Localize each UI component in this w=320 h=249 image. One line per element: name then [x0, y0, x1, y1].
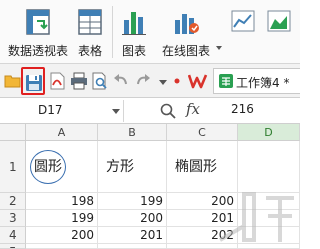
table-label: 表格 [77, 44, 102, 58]
online-chart-button[interactable]: 在线图表 [154, 0, 222, 64]
chevron-down-icon [159, 80, 167, 85]
print-preview-button[interactable] [89, 69, 111, 93]
row-header-5[interactable]: 5 [0, 244, 26, 249]
row-header-3[interactable]: 3 [0, 210, 26, 227]
cell-c2[interactable]: 200 [167, 193, 238, 210]
cell-reference: D17 [38, 103, 63, 117]
column-header-c[interactable]: C [167, 124, 238, 141]
undo-button[interactable] [110, 69, 132, 93]
wps-home-button[interactable] [186, 69, 208, 93]
red-dot-icon [174, 78, 180, 84]
document-tab-label: 工作簿4 * [236, 76, 290, 90]
cell-a4[interactable]: 200 [26, 227, 98, 244]
save-button[interactable] [21, 67, 45, 95]
row-header-1[interactable]: 1 [0, 141, 26, 193]
online-chart-label: 在线图表 [161, 44, 210, 58]
chart-button[interactable]: 图表 [116, 0, 152, 64]
print-button[interactable] [68, 69, 90, 93]
spreadsheet-icon [219, 74, 233, 88]
undo-icon [114, 74, 127, 85]
cell-b4[interactable]: 201 [98, 227, 167, 244]
cell-c4[interactable]: 202 [167, 227, 238, 244]
table-button[interactable]: 表格 [72, 0, 108, 64]
zoom-icon[interactable] [160, 103, 176, 119]
cell-d4[interactable] [238, 227, 300, 244]
cell-c5[interactable] [167, 244, 238, 249]
area-chart-button[interactable] [262, 0, 296, 64]
folder-icon [4, 75, 21, 88]
cell-a5[interactable] [26, 244, 98, 249]
ribbon: 数据透视表 表格 图表 在线图表 [0, 0, 300, 64]
cell-b2[interactable]: 199 [98, 193, 167, 210]
save-icon [26, 75, 42, 91]
bar-chart-icon [121, 8, 147, 39]
column-header-a[interactable]: A [26, 124, 98, 141]
chevron-down-icon[interactable] [112, 109, 120, 114]
document-tab[interactable]: 工作簿4 * [213, 68, 300, 94]
formula-bar: D17 fx 216 [0, 98, 300, 124]
pivot-table-label: 数据透视表 [7, 44, 68, 58]
name-box[interactable]: D17 [0, 100, 124, 122]
wps-logo-icon [188, 74, 208, 89]
cell-b5[interactable] [98, 244, 167, 249]
column-header-b[interactable]: B [98, 124, 167, 141]
column-header-d[interactable]: D [238, 124, 300, 141]
cell-a2[interactable]: 198 [26, 193, 98, 210]
area-chart-icon [267, 10, 291, 35]
cell-d1[interactable] [238, 141, 300, 193]
formula-input[interactable]: 216 [231, 102, 254, 116]
table-icon [77, 8, 103, 39]
pivot-table-button[interactable]: 数据透视表 [4, 0, 72, 64]
cell-d3[interactable] [238, 210, 300, 227]
pivot-table-icon [25, 8, 51, 39]
quick-access-toolbar: 工作簿4 * [0, 64, 300, 98]
line-chart-icon [231, 10, 255, 35]
select-all-corner[interactable] [0, 124, 26, 141]
cell-a3[interactable]: 199 [26, 210, 98, 227]
online-chart-icon [172, 8, 200, 39]
insert-function-button[interactable]: fx [186, 100, 200, 118]
cell-c1[interactable]: 椭圆形 [167, 141, 238, 193]
spreadsheet-grid: A B C D 1 圆形 方形 椭圆形 2 198 199 200 3 199 … [0, 124, 300, 249]
ribbon-divider [112, 6, 113, 58]
row-header-2[interactable]: 2 [0, 193, 26, 210]
cell-a1[interactable]: 圆形 [26, 141, 98, 193]
customize-toolbar-button[interactable] [156, 69, 168, 93]
chevron-down-icon[interactable] [216, 46, 222, 50]
cell-b3[interactable]: 200 [98, 210, 167, 227]
cell-c3[interactable]: 201 [167, 210, 238, 227]
cell-d2[interactable] [238, 193, 300, 210]
line-chart-button[interactable] [228, 0, 258, 64]
redo-icon [137, 74, 150, 85]
pin-button[interactable] [170, 69, 184, 93]
chart-label: 图表 [121, 44, 146, 58]
cell-b1[interactable]: 方形 [98, 141, 167, 193]
cell-d5[interactable] [238, 244, 300, 249]
pdf-icon [50, 72, 65, 90]
print-icon [71, 72, 87, 90]
cell-a1-text: 圆形 [34, 159, 62, 175]
redo-button[interactable] [132, 69, 154, 93]
print-preview-icon [92, 72, 107, 90]
row-header-4[interactable]: 4 [0, 227, 26, 244]
export-pdf-button[interactable] [46, 69, 68, 93]
